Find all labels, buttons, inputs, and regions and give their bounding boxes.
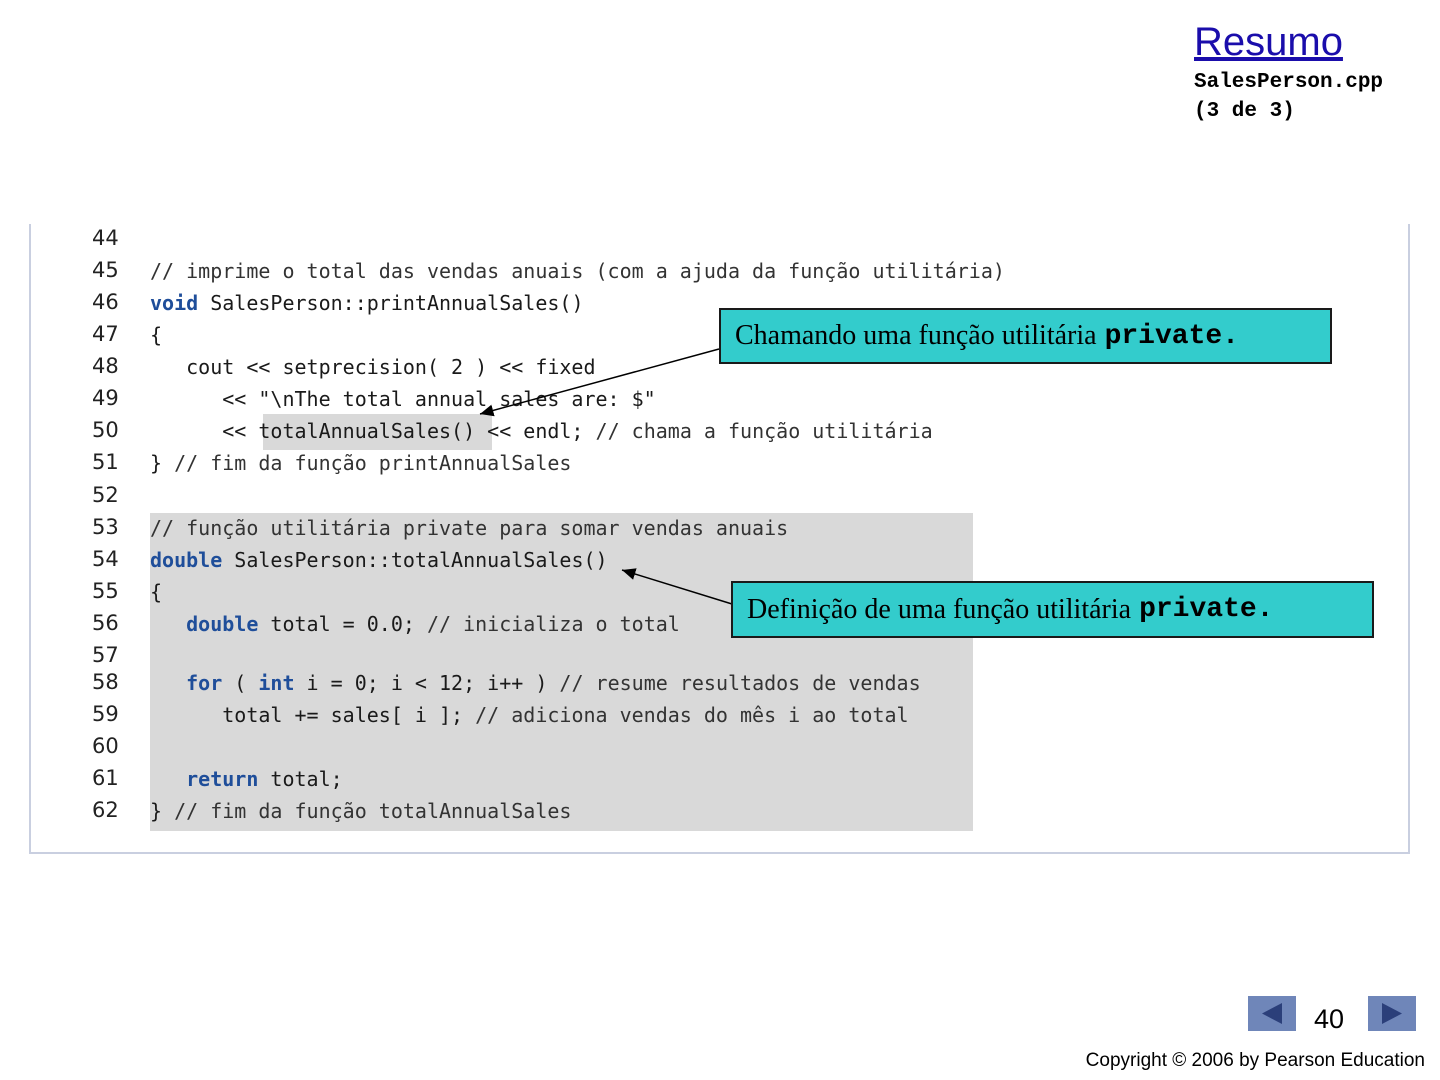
callout-code: private.: [1139, 594, 1274, 625]
callout-text: Definição de uma função utilitária: [747, 593, 1132, 625]
callout-calling-private: Chamando uma função utilitária private.: [719, 308, 1332, 364]
right-arrow-icon: [1382, 1003, 1402, 1024]
callout-defining-private: Definição de uma função utilitária privat…: [731, 581, 1374, 638]
callout-text: Chamando uma função utilitária: [735, 320, 1097, 351]
copyright-text: Copyright © 2006 by Pearson Education: [1085, 1050, 1425, 1071]
arrow-to-definition: [621, 568, 733, 605]
callout-arrows: [479, 348, 733, 605]
arrow-to-call: [479, 348, 720, 417]
next-slide-button[interactable]: [1368, 996, 1416, 1031]
page-number: 40: [1313, 1004, 1345, 1034]
left-arrow-icon: [1262, 1003, 1282, 1024]
callout-code: private.: [1104, 320, 1239, 352]
previous-slide-button[interactable]: [1248, 996, 1296, 1031]
